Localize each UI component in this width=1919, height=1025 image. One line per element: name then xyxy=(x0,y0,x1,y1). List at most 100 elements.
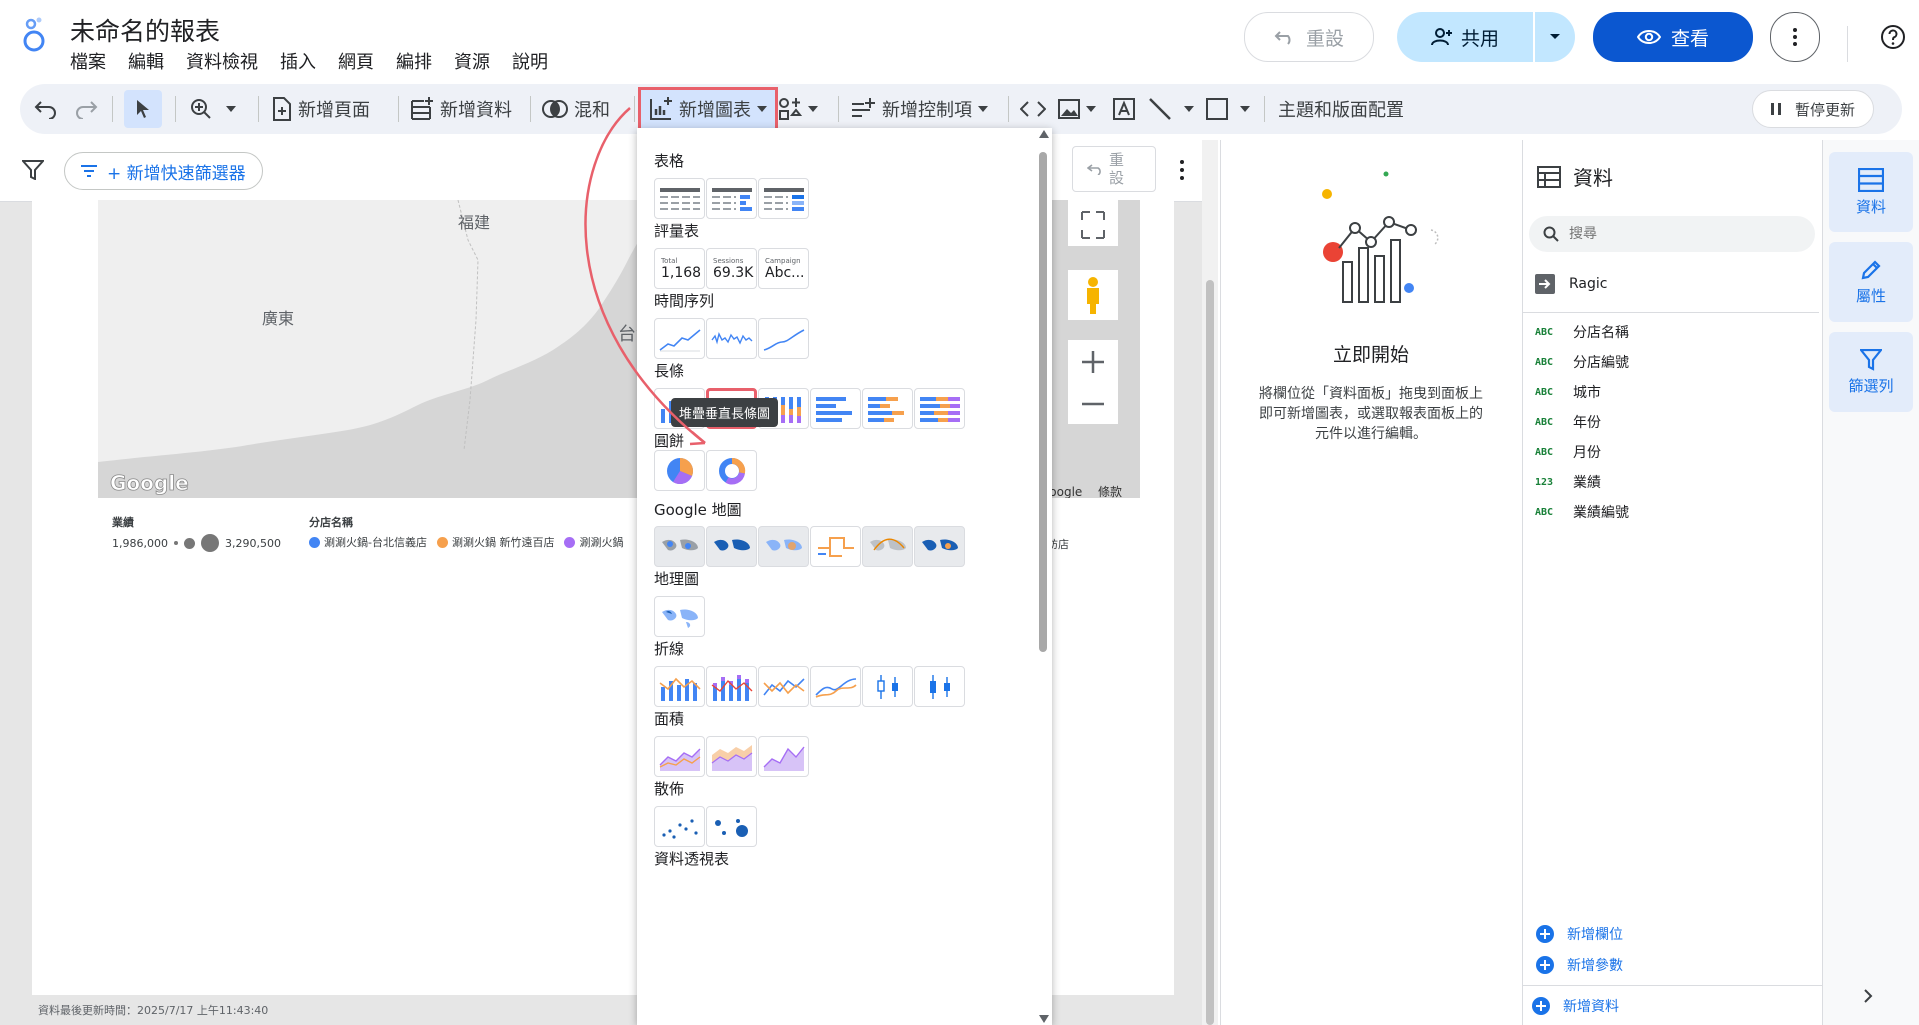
add-data-source-button[interactable]: 新增資料 xyxy=(1531,996,1619,1016)
text-box-button[interactable] xyxy=(1112,84,1136,134)
add-data-label: 新增資料 xyxy=(440,100,512,121)
caret-down-icon xyxy=(1240,106,1250,112)
canvas-scrollbar[interactable] xyxy=(1202,140,1218,1025)
reset-button[interactable]: 重設 xyxy=(1244,12,1374,62)
scroll-up-icon[interactable] xyxy=(1039,130,1049,138)
zoom-button[interactable] xyxy=(190,84,236,134)
select-tool-button[interactable] xyxy=(124,90,162,128)
theme-layout-button[interactable]: 主題和版面配置 xyxy=(1278,84,1404,134)
shape-button[interactable] xyxy=(1206,84,1250,134)
add-data-button[interactable]: 新增資料 xyxy=(410,84,512,134)
chart-option-scorecard-text[interactable]: Campaign Abc... xyxy=(758,248,809,289)
field-item[interactable]: ABC 分店編號 xyxy=(1535,352,1629,372)
legend-item-label: 涮涮火鍋 新竹遠百店 xyxy=(451,536,555,549)
field-item[interactable]: ABC 年份 xyxy=(1535,412,1601,432)
pencil-icon xyxy=(1860,259,1882,281)
add-control-button[interactable]: 新增控制項 xyxy=(850,84,988,134)
more-options-button[interactable] xyxy=(1770,12,1820,62)
looker-studio-logo[interactable] xyxy=(20,14,48,54)
rail-filter-label: 篩選列 xyxy=(1848,376,1894,395)
menu-insert[interactable]: 插入 xyxy=(280,48,316,74)
chevron-right-icon[interactable] xyxy=(1863,988,1873,1004)
share-dropdown-button[interactable] xyxy=(1535,12,1575,62)
undo-button[interactable] xyxy=(34,84,58,134)
rail-filter-button[interactable]: 篩選列 xyxy=(1829,332,1913,412)
legend-item-label: 涮涮火鍋-台北信義店 xyxy=(324,536,427,549)
chart-option-line[interactable] xyxy=(758,666,809,707)
chart-option-geo-chart[interactable] xyxy=(654,596,705,637)
caret-down-icon xyxy=(978,106,988,112)
canvas-scrollbar-thumb[interactable] xyxy=(1206,280,1214,1025)
legend-item[interactable]: 涮涮火鍋-台北信義店 xyxy=(309,534,427,550)
add-parameter-button[interactable]: 新增參數 xyxy=(1535,955,1623,975)
rail-data-button[interactable]: 資料 xyxy=(1829,152,1913,232)
help-icon[interactable] xyxy=(1880,24,1906,50)
more-vert-icon[interactable] xyxy=(1180,160,1184,180)
field-search[interactable] xyxy=(1529,216,1815,252)
menu-file[interactable]: 檔案 xyxy=(70,48,106,74)
chart-option-100-stacked-area[interactable] xyxy=(758,736,809,777)
section-title-area: 面積 xyxy=(654,710,685,728)
rail-properties-button[interactable]: 屬性 xyxy=(1829,242,1913,322)
menu-scrollbar-thumb[interactable] xyxy=(1039,152,1047,652)
image-button[interactable] xyxy=(1058,84,1096,134)
field-item[interactable]: 123 業績 xyxy=(1535,472,1601,492)
view-button[interactable]: 查看 xyxy=(1593,12,1753,62)
new-page-button[interactable]: 新增頁面 xyxy=(272,84,370,134)
add-quick-filter-button[interactable]: + 新增快速篩選器 xyxy=(64,152,263,190)
pause-update-button[interactable]: 暫停更新 xyxy=(1752,90,1875,128)
menu-edit[interactable]: 編輯 xyxy=(128,48,164,74)
annotation-arrow xyxy=(584,107,706,446)
search-input[interactable] xyxy=(1569,226,1789,242)
legend-item[interactable]: 涮涮火鍋 新竹遠百店 xyxy=(436,534,555,550)
field-item[interactable]: ABC 業績編號 xyxy=(1535,502,1629,522)
menu-arrange[interactable]: 編排 xyxy=(396,48,432,74)
chart-option-100-stacked-bar[interactable] xyxy=(914,388,965,429)
chart-option-smoothed-line[interactable] xyxy=(810,666,861,707)
chart-option-smoothed-timeseries[interactable] xyxy=(758,318,809,359)
menu-page[interactable]: 網頁 xyxy=(338,48,374,74)
legend-item[interactable]: 涮涮火鍋 xyxy=(564,534,623,550)
chart-option-stacked-area[interactable] xyxy=(706,736,757,777)
menu-scrollbar[interactable] xyxy=(1036,128,1052,1025)
chart-option-candlestick[interactable] xyxy=(862,666,913,707)
chart-option-combo-map[interactable] xyxy=(914,526,965,567)
chart-option-filled-map[interactable] xyxy=(706,526,757,567)
add-component-button[interactable] xyxy=(778,84,818,134)
data-panel-divider xyxy=(1523,985,1823,986)
field-item[interactable]: ABC 城市 xyxy=(1535,382,1601,402)
chart-option-bubble-map[interactable] xyxy=(654,526,705,567)
chart-option-heatmap-map[interactable] xyxy=(758,526,809,567)
chart-option-combo[interactable] xyxy=(654,666,705,707)
chart-option-scatter[interactable] xyxy=(654,806,705,847)
legend-swatch-icon xyxy=(436,536,448,548)
chart-option-flow-map[interactable] xyxy=(862,526,913,567)
chart-option-stacked-bar[interactable] xyxy=(862,388,913,429)
text-type-icon: ABC xyxy=(1535,356,1554,368)
share-button[interactable]: 共用 xyxy=(1397,12,1533,62)
chart-option-table-heatmap[interactable] xyxy=(758,178,809,219)
chart-option-bar[interactable] xyxy=(810,388,861,429)
filter-icon[interactable] xyxy=(22,160,44,180)
map-label-fujian: 福建 xyxy=(458,213,490,232)
chart-option-area[interactable] xyxy=(654,736,705,777)
filter-reset-button[interactable]: 重設 xyxy=(1072,146,1156,192)
menu-view[interactable]: 資料檢視 xyxy=(186,48,258,74)
data-source-item[interactable]: Ragic xyxy=(1535,274,1607,294)
menu-help[interactable]: 說明 xyxy=(512,48,548,74)
map-terms-link[interactable]: 條款 xyxy=(1098,485,1122,498)
fullscreen-button[interactable] xyxy=(1068,200,1118,246)
field-item[interactable]: ABC 分店名稱 xyxy=(1535,322,1629,342)
redo-button[interactable] xyxy=(74,84,98,134)
line-button[interactable] xyxy=(1148,84,1194,134)
report-title[interactable]: 未命名的報表 xyxy=(70,12,220,48)
chart-option-stacked-combo[interactable] xyxy=(706,666,757,707)
field-item[interactable]: ABC 月份 xyxy=(1535,442,1601,462)
embed-code-button[interactable] xyxy=(1020,84,1046,134)
add-field-button[interactable]: 新增欄位 xyxy=(1535,924,1623,944)
chart-option-line-map[interactable] xyxy=(810,526,861,567)
chart-option-bubble[interactable] xyxy=(706,806,757,847)
chart-option-ohlc[interactable] xyxy=(914,666,965,707)
scroll-down-icon[interactable] xyxy=(1039,1015,1049,1023)
menu-resource[interactable]: 資源 xyxy=(454,48,490,74)
